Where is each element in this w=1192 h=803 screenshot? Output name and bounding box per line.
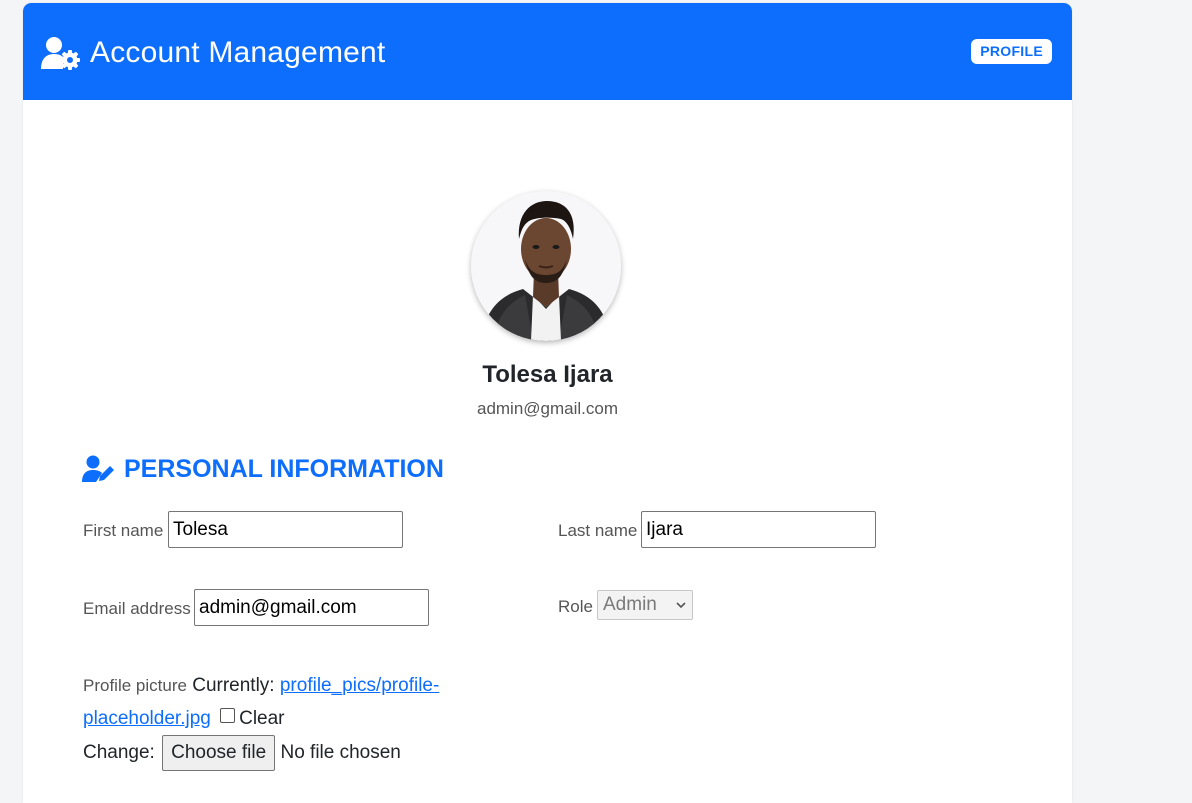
page-title: Account Management bbox=[90, 36, 386, 69]
last-name-input[interactable] bbox=[641, 511, 876, 548]
email-input[interactable] bbox=[194, 589, 429, 626]
first-name-label: First name bbox=[83, 521, 164, 540]
choose-file-button[interactable]: Choose file bbox=[162, 735, 276, 771]
user-pen-icon bbox=[82, 455, 114, 482]
profile-card: Account Management PROFILE Tolesa Ijara … bbox=[23, 3, 1072, 803]
no-file-text: No file chosen bbox=[280, 742, 401, 764]
role-select[interactable]: Admin bbox=[597, 590, 693, 620]
role-label: Role bbox=[558, 597, 593, 616]
clear-label: Clear bbox=[239, 708, 285, 729]
section-title: PERSONAL INFORMATION bbox=[124, 455, 444, 483]
profile-picture-label: Profile picture bbox=[83, 676, 187, 695]
role-select-value: Admin bbox=[603, 594, 657, 615]
first-name-input[interactable] bbox=[168, 511, 403, 548]
user-email: admin@gmail.com bbox=[476, 399, 619, 418]
currently-label: Currently: bbox=[192, 675, 275, 696]
card-header: Account Management PROFILE bbox=[23, 3, 1072, 100]
profile-badge: PROFILE bbox=[971, 39, 1052, 64]
email-label: Email address bbox=[83, 599, 191, 618]
clear-checkbox[interactable] bbox=[220, 708, 236, 723]
avatar bbox=[471, 191, 621, 341]
chevron-down-icon bbox=[676, 602, 686, 609]
profile-photo bbox=[471, 191, 621, 341]
last-name-label: Last name bbox=[558, 521, 638, 540]
change-label: Change: bbox=[83, 742, 155, 764]
user-gear-icon bbox=[41, 37, 80, 70]
user-name: Tolesa Ijara bbox=[482, 361, 613, 388]
profile-picture-field: Profile picture Currently: profile_pics/… bbox=[83, 669, 483, 771]
